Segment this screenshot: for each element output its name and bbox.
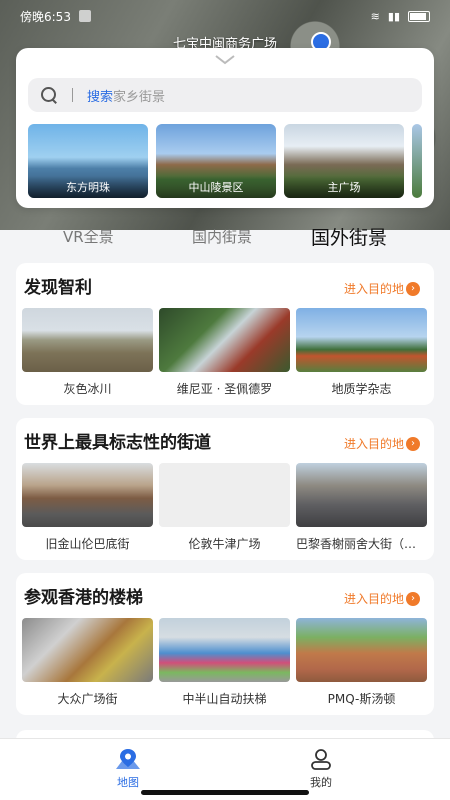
featured-tile[interactable]: 主广场: [284, 124, 404, 198]
place-caption: 维尼亚 · 圣佩德罗: [176, 382, 273, 396]
search-icon: [40, 86, 58, 104]
place-photo[interactable]: [22, 463, 153, 527]
wifi-icon: ≋: [370, 9, 380, 23]
place-card[interactable]: 灰色冰川: [22, 308, 153, 397]
featured-tile-label: 东方明珠: [28, 176, 148, 198]
enter-destination-label: 进入目的地: [343, 592, 404, 606]
search-input[interactable]: 搜索 家乡街景: [28, 78, 422, 112]
status-icons: ≋ ▮▮: [371, 10, 430, 23]
search-divider: [72, 88, 73, 102]
enter-destination-link[interactable]: 进入目的地 ›: [344, 435, 420, 452]
tab-domestic-streetview[interactable]: 国内街景: [192, 226, 252, 247]
place-photo[interactable]: [22, 308, 153, 372]
status-time: 傍晚6:53: [20, 9, 71, 24]
place-photo[interactable]: [159, 618, 290, 682]
photo-row: 灰色冰川 维尼亚 · 圣佩德罗 地质学杂志: [22, 308, 427, 397]
place-caption: 巴黎香榭丽舍大街（法国）: [296, 537, 427, 551]
nav-mine-label: 我的: [310, 776, 332, 789]
photo-row: 大众广场街 中半山自动扶梯 PMQ-斯汤顿: [22, 618, 427, 707]
place-caption: 旧金山伦巴底街: [45, 537, 130, 551]
featured-scenery-row[interactable]: 东方明珠 中山陵景区 主广场: [28, 124, 434, 198]
place-card[interactable]: 巴黎香榭丽舍大街（法国）: [296, 463, 427, 552]
enter-destination-label: 进入目的地: [343, 282, 404, 296]
place-card[interactable]: PMQ-斯汤顿: [296, 618, 427, 707]
section-card: 世界上最具标志性的街道 进入目的地 › 旧金山伦巴底街 伦敦牛津广场 巴黎香榭丽…: [16, 418, 434, 560]
place-card[interactable]: 旧金山伦巴底街: [22, 463, 153, 552]
notification-icon: [78, 10, 91, 22]
place-photo[interactable]: [296, 308, 427, 372]
place-card[interactable]: 伦敦牛津广场: [159, 463, 290, 552]
section-title: 发现智利: [24, 278, 92, 298]
section-card: 发现智利 进入目的地 › 灰色冰川 维尼亚 · 圣佩德罗 地质学杂志: [16, 263, 434, 405]
enter-destination-link[interactable]: 进入目的地 ›: [344, 590, 420, 607]
place-card[interactable]: 大众广场街: [22, 618, 153, 707]
featured-tile[interactable]: 东方明珠: [28, 124, 148, 198]
section-title: 参观香港的楼梯: [24, 588, 143, 608]
place-caption: 伦敦牛津广场: [188, 537, 261, 551]
tab-foreign-streetview[interactable]: 国外街景: [311, 223, 387, 250]
search-placeholder: 家乡街景: [113, 89, 166, 105]
nav-mine-tab[interactable]: 我的: [291, 747, 351, 790]
battery-icon: [408, 10, 430, 22]
category-tabs: VR全景 国内街景 国外街景: [0, 222, 450, 250]
chevron-right-icon: ›: [406, 281, 420, 296]
chevron-right-icon: ›: [406, 436, 420, 451]
place-caption: 大众广场街: [57, 692, 118, 706]
map-pin-icon: [116, 749, 140, 769]
featured-tile-label: 主广场: [284, 176, 404, 198]
tab-vr-panorama[interactable]: VR全景: [63, 226, 114, 247]
status-bar: 傍晚6:53 ≋ ▮▮: [0, 0, 450, 32]
photo-row: 旧金山伦巴底街 伦敦牛津广场 巴黎香榭丽舍大街（法国）: [22, 463, 427, 552]
section-title: 世界上最具标志性的街道: [24, 433, 211, 453]
featured-tile-label: 中山陵景区: [156, 176, 276, 198]
place-caption: 灰色冰川: [63, 382, 112, 396]
featured-tile[interactable]: [412, 124, 422, 198]
place-card[interactable]: 维尼亚 · 圣佩德罗: [159, 308, 290, 397]
place-caption: 中半山自动扶梯: [182, 692, 267, 706]
nav-map-tab[interactable]: 地图: [98, 747, 158, 790]
place-card[interactable]: 中半山自动扶梯: [159, 618, 290, 707]
enter-destination-link[interactable]: 进入目的地 ›: [344, 280, 420, 297]
search-card: 搜索 家乡街景 东方明珠 中山陵景区 主广场: [16, 48, 434, 208]
nav-map-label: 地图: [117, 776, 139, 789]
place-photo[interactable]: [159, 463, 290, 527]
place-photo[interactable]: [159, 308, 290, 372]
home-indicator[interactable]: [141, 790, 309, 795]
place-card[interactable]: 地质学杂志: [296, 308, 427, 397]
enter-destination-label: 进入目的地: [343, 437, 404, 451]
place-photo[interactable]: [296, 618, 427, 682]
search-keyword: 搜索: [87, 89, 114, 105]
chevron-down-icon[interactable]: [214, 54, 236, 66]
featured-tile[interactable]: 中山陵景区: [156, 124, 276, 198]
section-card: 参观香港的楼梯 进入目的地 › 大众广场街 中半山自动扶梯 PMQ-斯汤顿: [16, 573, 434, 715]
place-caption: 地质学杂志: [331, 382, 392, 396]
chevron-right-icon: ›: [406, 591, 420, 606]
place-photo[interactable]: [296, 463, 427, 527]
place-photo[interactable]: [22, 618, 153, 682]
signal-icon: ▮▮: [387, 9, 400, 23]
place-caption: PMQ-斯汤顿: [327, 692, 396, 706]
user-icon: [311, 749, 331, 770]
